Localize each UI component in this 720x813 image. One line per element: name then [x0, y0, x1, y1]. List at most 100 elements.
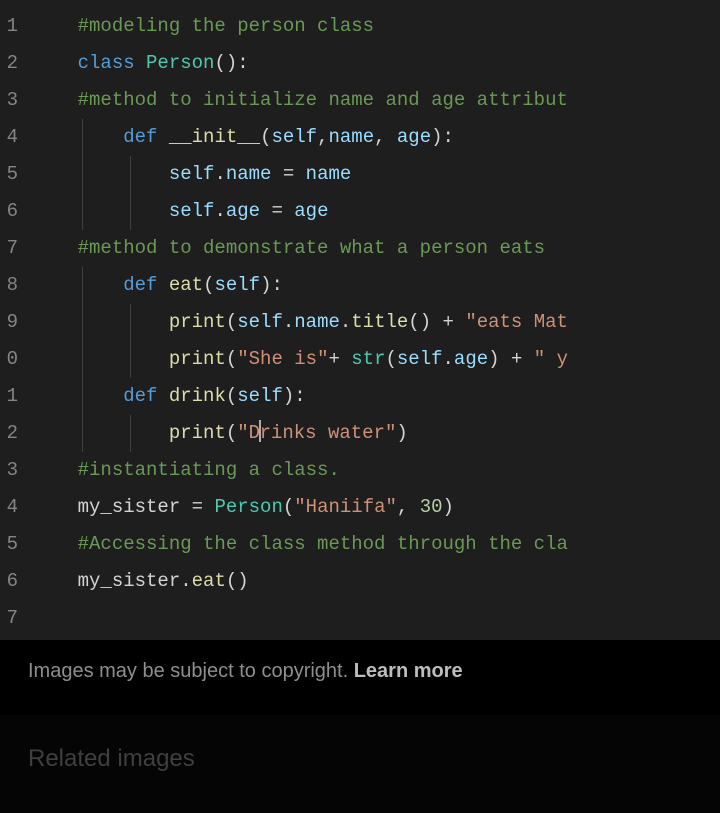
- code-line[interactable]: print("Drinks water"): [32, 415, 720, 452]
- code-token: ): [396, 422, 407, 444]
- code-token: .: [214, 163, 225, 185]
- indent-guide: [82, 267, 83, 304]
- code-token: Person: [146, 52, 214, 74]
- code-token: [500, 348, 511, 370]
- code-token: (): [226, 570, 249, 592]
- code-line[interactable]: #method to demonstrate what a person eat…: [32, 230, 720, 267]
- code-token: [157, 274, 168, 296]
- code-token: ,: [397, 496, 420, 518]
- code-token: [283, 200, 294, 222]
- text-cursor: [259, 420, 261, 442]
- code-token: (: [226, 348, 237, 370]
- line-number: 7: [4, 230, 18, 267]
- indent-guide: [130, 156, 131, 193]
- code-token: print: [169, 422, 226, 444]
- code-token: "Haniifa": [294, 496, 397, 518]
- code-token: (: [226, 422, 237, 444]
- code-token: rinks water": [260, 422, 397, 444]
- code-token: [157, 126, 168, 148]
- code-token: "She is": [237, 348, 328, 370]
- code-token: ,: [374, 126, 397, 148]
- line-number: 1: [4, 378, 18, 415]
- code-token: [522, 348, 533, 370]
- code-token: (: [386, 348, 397, 370]
- code-token: [454, 311, 465, 333]
- copyright-notice: Images may be subject to copyright. Lear…: [0, 640, 720, 695]
- code-line[interactable]: #instantiating a class.: [32, 452, 720, 489]
- code-token: :: [271, 274, 282, 296]
- code-token: 30: [420, 496, 443, 518]
- code-token: age: [454, 348, 488, 370]
- line-number-gutter: 12345678901234567: [0, 0, 28, 640]
- code-token: :: [237, 52, 248, 74]
- code-line[interactable]: self.name = name: [32, 156, 720, 193]
- code-token: (: [226, 311, 237, 333]
- code-line[interactable]: #method to initialize name and age attri…: [32, 82, 720, 119]
- code-token: print: [169, 311, 226, 333]
- code-token: [431, 311, 442, 333]
- code-token: my_sister: [78, 496, 192, 518]
- code-token: ): [260, 274, 271, 296]
- code-token: my_sister.: [78, 570, 192, 592]
- code-token: age: [294, 200, 328, 222]
- code-token: (: [260, 126, 271, 148]
- code-token: def: [123, 126, 157, 148]
- code-token: #method to demonstrate what a person eat…: [78, 237, 545, 259]
- code-editor[interactable]: 12345678901234567 #modeling the person c…: [0, 0, 720, 640]
- learn-more-link[interactable]: Learn more: [354, 660, 463, 682]
- code-token: " y: [534, 348, 568, 370]
- code-line[interactable]: def drink(self):: [32, 378, 720, 415]
- line-number: 5: [4, 526, 18, 563]
- line-number: 9: [4, 304, 18, 341]
- code-token: name: [306, 163, 352, 185]
- code-token: self: [271, 126, 317, 148]
- code-token: #modeling the person class: [78, 15, 374, 37]
- code-token: ): [283, 385, 294, 407]
- code-token: name: [294, 311, 340, 333]
- code-line[interactable]: my_sister = Person("Haniifa", 30): [32, 489, 720, 526]
- code-line[interactable]: def __init__(self,name, age):: [32, 119, 720, 156]
- code-token: def: [123, 274, 157, 296]
- line-number: 5: [4, 156, 18, 193]
- code-token: self: [169, 163, 215, 185]
- line-number: 7: [4, 600, 18, 637]
- copyright-text: Images may be subject to copyright.: [28, 660, 354, 682]
- line-number: 4: [4, 489, 18, 526]
- code-line[interactable]: my_sister.eat(): [32, 563, 720, 600]
- code-line[interactable]: print(self.name.title() + "eats Mat: [32, 304, 720, 341]
- code-area[interactable]: #modeling the person class class Person(…: [28, 0, 720, 640]
- code-line[interactable]: def eat(self):: [32, 267, 720, 304]
- code-token: [260, 200, 271, 222]
- code-token: "D: [237, 422, 260, 444]
- code-token: [340, 348, 351, 370]
- code-token: +: [328, 348, 339, 370]
- code-line[interactable]: self.age = age: [32, 193, 720, 230]
- code-token: ,: [317, 126, 328, 148]
- code-line[interactable]: class Person():: [32, 45, 720, 82]
- code-token: (: [283, 496, 294, 518]
- code-line[interactable]: #modeling the person class: [32, 8, 720, 45]
- code-token: age: [397, 126, 431, 148]
- line-number: 1: [4, 8, 18, 45]
- code-token: .: [340, 311, 351, 333]
- code-token: "eats Mat: [465, 311, 568, 333]
- line-number: 3: [4, 452, 18, 489]
- indent-guide: [82, 341, 83, 378]
- code-line[interactable]: #Accessing the class method through the …: [32, 526, 720, 563]
- line-number: 0: [4, 341, 18, 378]
- code-token: self: [169, 200, 215, 222]
- code-token: =: [271, 200, 282, 222]
- line-number: 6: [4, 193, 18, 230]
- indent-guide: [130, 415, 131, 452]
- code-token: +: [443, 311, 454, 333]
- code-token: :: [443, 126, 454, 148]
- code-token: eat: [192, 570, 226, 592]
- code-token: [157, 385, 168, 407]
- code-token: :: [294, 385, 305, 407]
- code-token: (: [203, 274, 214, 296]
- code-token: (: [226, 385, 237, 407]
- code-token: (): [408, 311, 431, 333]
- code-line[interactable]: print("She is"+ str(self.age) + " y: [32, 341, 720, 378]
- code-token: print: [169, 348, 226, 370]
- code-token: .: [283, 311, 294, 333]
